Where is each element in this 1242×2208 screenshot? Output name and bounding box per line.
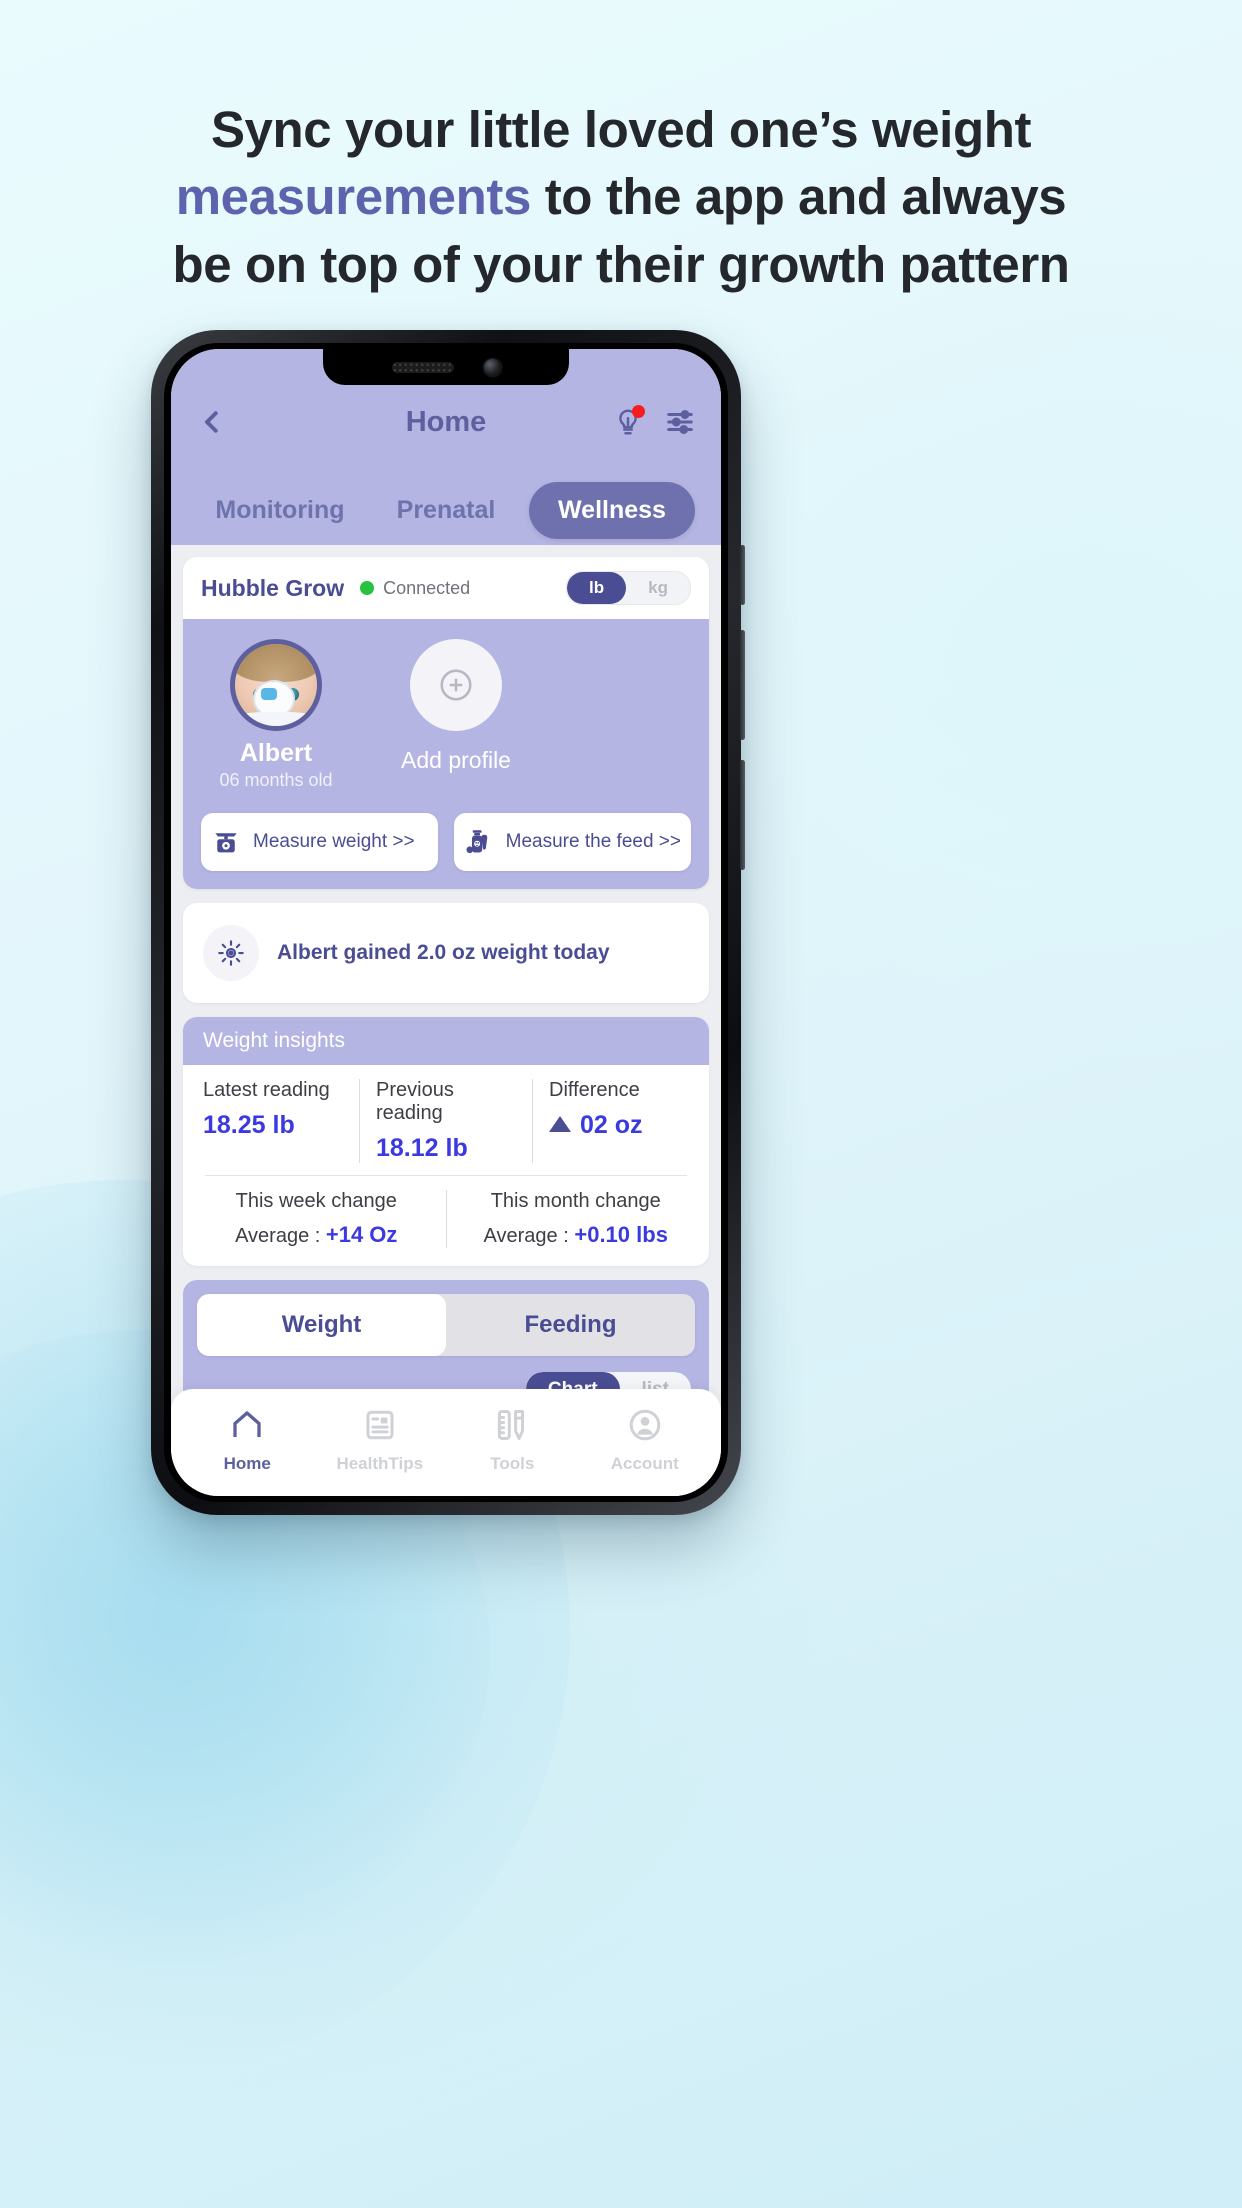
insight-week-change: This week change Average : +14 Oz [187,1190,446,1248]
headline-line-3: be on top of your their growth pattern [172,235,1070,293]
segment-weight[interactable]: Weight [197,1294,446,1356]
measure-weight-button[interactable]: Measure weight >> [201,813,438,871]
measure-feed-button[interactable]: Measure the feed >> [453,813,691,871]
chart-segment-tabs: Weight Feeding [197,1294,695,1356]
phone-side-button-bottom [740,760,745,870]
notification-badge [632,405,645,418]
insight-latest-reading: Latest reading 18.25 lb [187,1079,359,1163]
phone-notch [323,349,569,385]
device-name: Hubble Grow [201,574,345,601]
headline-line-1: Sync your little loved one’s weight [210,101,1032,158]
phone-side-button-top [740,545,745,605]
profile-albert[interactable]: Albert 06 months old [211,639,341,791]
insight-difference-label: Difference [549,1079,640,1101]
insight-previous-value: 18.12 lb [376,1134,468,1162]
insight-week-value-wrap: Average : +14 Oz [203,1222,430,1248]
headline-line-2: measurements to the app and always [60,163,1182,230]
unit-option-kg[interactable]: kg [626,572,690,604]
device-body: Albert 06 months old Add profile Measure… [183,619,709,889]
avatar-pacifier-handle [261,688,277,700]
nav-label-tools: Tools [490,1454,535,1473]
connection-status: Connected [360,578,470,599]
nav-label-home: Home [223,1454,271,1473]
lightbulb-icon[interactable] [613,405,645,437]
device-header: Hubble Grow Connected lb kg [183,557,709,619]
add-profile-label: Add profile [401,747,511,773]
unit-option-lb[interactable]: lb [567,572,627,604]
insight-week-value: +14 Oz [325,1222,398,1247]
insight-previous-label: Previous reading [376,1079,454,1124]
phone-mockup: Home Monitoring Prenatal Wellness Hubble… [151,330,745,1515]
triangle-up-icon [549,1116,571,1132]
insight-difference: Difference 02 oz [532,1079,705,1163]
insight-difference-value-wrap: 02 oz [549,1111,689,1140]
sliders-icon[interactable] [665,407,695,437]
phone-bezel: Home Monitoring Prenatal Wellness Hubble… [164,343,728,1502]
add-profile-button[interactable]: Add profile [381,639,531,774]
nav-label-account: Account [610,1454,679,1473]
nav-item-tools[interactable]: Tools [446,1407,579,1474]
weight-insights-changes: This week change Average : +14 Oz This m… [183,1176,709,1266]
kitchen-scale-icon [215,833,237,853]
plus-circle-icon [410,639,502,731]
insight-banner: Albert gained 2.0 oz weight today [183,903,709,1003]
profile-name: Albert [239,739,313,767]
status-dot-icon [360,581,375,595]
measure-feed-label: Measure the feed >> [505,831,681,852]
insight-latest-label: Latest reading [203,1079,330,1101]
weight-insights-readings: Latest reading 18.25 lb Previous reading… [183,1065,709,1175]
phone-side-button-middle [740,630,745,740]
insight-month-change: This month change Average : +0.10 lbs [445,1190,706,1248]
bottom-navigation: Home HealthTips Tools Account [171,1389,721,1496]
tab-prenatal[interactable]: Prenatal [363,482,529,539]
section-tabs: Monitoring Prenatal Wellness [197,453,695,545]
measure-actions: Measure weight >> Measure the feed >> [201,813,691,871]
connection-status-label: Connected [383,577,471,598]
insight-week-label: This week change [235,1190,397,1212]
page-title: Sync your little loved one’s weight meas… [0,96,1242,298]
front-camera-icon [483,358,501,376]
earpiece-speaker-icon [391,361,454,373]
weight-insights-title: Weight insights [183,1017,709,1065]
insight-month-prefix: Average : [483,1225,575,1247]
insight-eye-icon [203,925,259,981]
chevron-left-icon[interactable] [197,407,227,437]
home-icon [233,1411,261,1437]
nav-label-healthtips: HealthTips [336,1454,424,1473]
tab-monitoring[interactable]: Monitoring [197,482,363,539]
app-body: Hubble Grow Connected lb kg Albert 06 mo… [171,545,721,1496]
segment-feeding[interactable]: Feeding [446,1294,695,1356]
unit-toggle[interactable]: lb kg [566,571,691,605]
avatar [230,639,322,731]
insight-month-value-wrap: Average : +0.10 lbs [463,1222,690,1248]
profile-age: 06 months old [219,770,333,790]
nav-item-home[interactable]: Home [181,1407,314,1474]
avatar-hair [235,644,317,682]
insight-difference-value: 02 oz [580,1111,643,1139]
insight-month-label: This month change [490,1190,661,1212]
article-icon [366,1410,394,1440]
device-card: Hubble Grow Connected lb kg Albert 06 mo… [183,557,709,889]
insight-text: Albert gained 2.0 oz weight today [277,941,610,964]
user-circle-icon [629,1409,661,1441]
header-actions [613,405,695,437]
weight-insights-card: Weight insights Latest reading 18.25 lb … [183,1017,709,1266]
nav-item-account[interactable]: Account [579,1407,712,1474]
insight-previous-reading: Previous reading 18.12 lb [359,1079,532,1163]
header-title-row: Home [197,391,695,453]
baby-bottle-icon [466,830,487,854]
measure-weight-label: Measure weight >> [253,831,415,852]
ruler-pencil-icon [498,1410,525,1440]
avatar-bib [235,712,317,726]
nav-item-healthtips[interactable]: HealthTips [314,1407,447,1474]
headline-line-2-rest: to the app and always [530,168,1067,226]
insight-latest-value: 18.25 lb [203,1111,295,1139]
phone-screen: Home Monitoring Prenatal Wellness Hubble… [171,349,721,1496]
profile-list: Albert 06 months old Add profile [201,639,691,791]
headline-accent-word: measurements [175,168,532,226]
tab-wellness[interactable]: Wellness [529,481,695,539]
insight-month-value: +0.10 lbs [574,1222,668,1247]
insight-week-prefix: Average : [235,1225,326,1247]
